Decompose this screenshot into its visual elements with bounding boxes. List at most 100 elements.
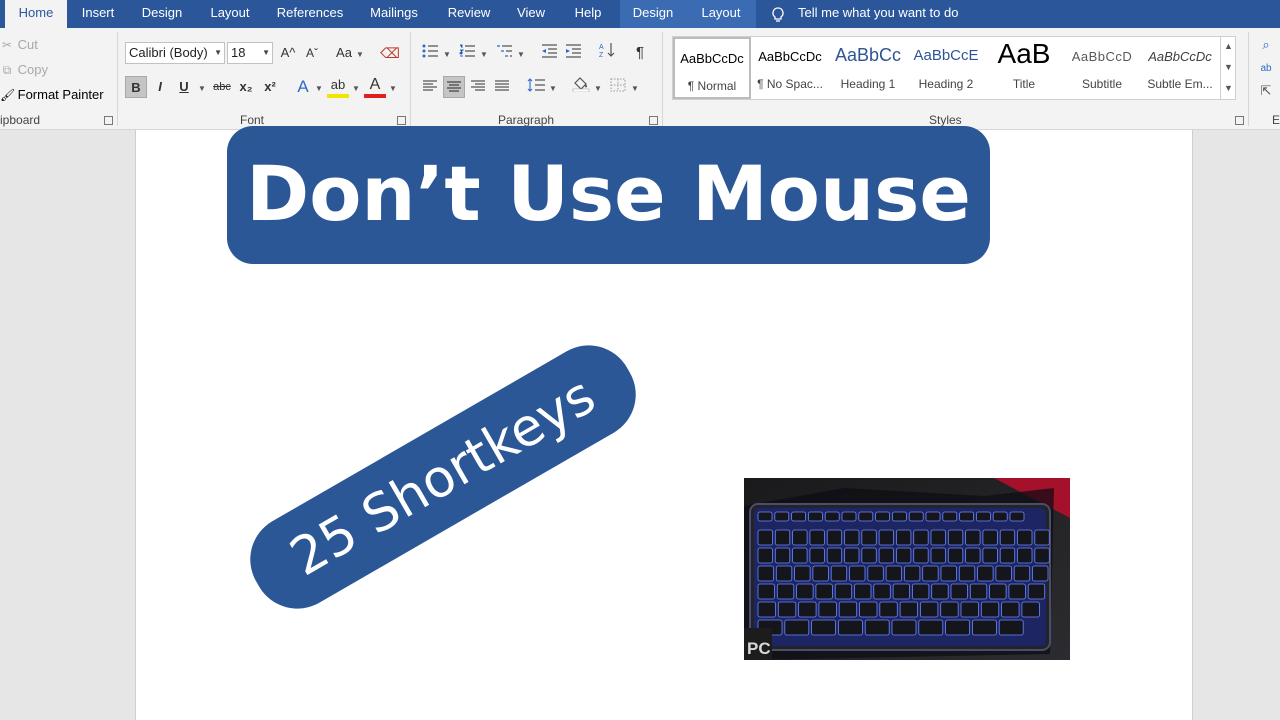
tab-table-design[interactable]: Design [620, 0, 686, 28]
group-divider [410, 32, 411, 126]
underline-button[interactable]: U [173, 76, 195, 98]
increase-indent-button[interactable] [562, 42, 584, 64]
font-size-box[interactable]: 18 ▼ [227, 42, 273, 64]
svg-text:Z: Z [599, 52, 604, 58]
numbering-button[interactable] [456, 42, 478, 64]
style-name: Subtitle [1081, 77, 1123, 91]
keyboard-key [947, 547, 964, 564]
keyboard-key [908, 511, 924, 522]
keyboard-key [958, 565, 976, 582]
tab-design[interactable]: Design [138, 0, 186, 28]
copy-label: Copy [17, 62, 48, 77]
keyboard-key [809, 547, 825, 564]
strikethrough-button[interactable]: abc [209, 76, 235, 98]
chevron-down-icon: ▼ [315, 84, 323, 93]
copy-icon: ⧉ [2, 63, 12, 77]
keyboard-key [757, 547, 773, 564]
font-launcher-icon[interactable] [397, 116, 406, 125]
line-spacing-icon [527, 78, 545, 92]
tab-mailings[interactable]: Mailings [366, 0, 422, 28]
multilevel-list-button[interactable] [493, 42, 515, 64]
keyboard-key [879, 601, 898, 618]
style-subtitle[interactable]: AaBbCcD Subtitle [1063, 37, 1141, 99]
clear-formatting-button[interactable]: ⌫ [379, 42, 401, 64]
keyboard-key [942, 511, 958, 522]
replace-icon[interactable]: ab [1256, 58, 1276, 80]
tab-insert[interactable]: Insert [76, 0, 120, 28]
keyboard-key [945, 619, 971, 636]
tell-me-search[interactable]: Tell me what you want to do [772, 0, 958, 28]
superscript-button[interactable]: x² [259, 76, 281, 98]
keyboard-key [859, 601, 878, 618]
keyboard-key [1001, 601, 1020, 618]
keyboard-key [931, 583, 949, 600]
paragraph-launcher-icon[interactable] [649, 116, 658, 125]
style-heading-1[interactable]: AaBbCc Heading 1 [829, 37, 907, 99]
shading-button[interactable] [570, 76, 592, 98]
keyboard-key [977, 565, 994, 582]
align-right-button[interactable] [467, 76, 489, 98]
change-case-button[interactable]: Aa [331, 42, 357, 64]
keyboard-key [895, 547, 912, 564]
align-center-button[interactable] [443, 76, 465, 98]
select-cursor-icon[interactable]: ⇱ [1256, 80, 1276, 102]
find-icon[interactable]: ⌕ [1256, 34, 1276, 56]
style-title[interactable]: AaB Title [985, 37, 1063, 99]
style-heading-2[interactable]: AaBbCcE Heading 2 [907, 37, 985, 99]
keyboard-key [971, 619, 997, 636]
keyboard-key [1034, 529, 1050, 546]
chevron-down-icon: ▼ [198, 84, 206, 93]
copy-button[interactable]: ⧉ Copy [0, 60, 48, 80]
chevron-down-icon: ▼ [549, 84, 557, 93]
align-left-button[interactable] [419, 76, 441, 98]
chevron-down-icon: ▼ [214, 48, 222, 57]
chevron-up-icon[interactable]: ▲ [1221, 36, 1236, 57]
keyboard-key [965, 529, 981, 546]
tab-layout[interactable]: Layout [206, 0, 254, 28]
keyboard-key [757, 565, 774, 582]
bold-button[interactable]: B [125, 76, 147, 98]
tab-home[interactable]: Home [5, 0, 67, 28]
subscript-button[interactable]: x₂ [235, 76, 257, 98]
tab-references[interactable]: References [274, 0, 346, 28]
styles-launcher-icon[interactable] [1235, 116, 1244, 125]
cut-button[interactable]: ✂ Cut [0, 35, 38, 55]
sort-button[interactable]: AZ [596, 42, 618, 64]
bullets-icon [422, 44, 438, 58]
keyboard-key [811, 619, 836, 636]
format-painter-button[interactable]: 🖌 Format Painter [0, 85, 104, 105]
keyboard-key [774, 547, 791, 564]
show-formatting-marks-button[interactable]: ¶ [629, 42, 651, 64]
tab-table-layout[interactable]: Layout [686, 0, 756, 28]
decrease-indent-button[interactable] [538, 42, 560, 64]
line-spacing-button[interactable] [525, 76, 547, 98]
italic-button[interactable]: I [149, 76, 171, 98]
highlight-color-button[interactable]: ab [327, 76, 349, 98]
text-effects-button[interactable]: A [292, 76, 314, 98]
style-subtle-emphasis[interactable]: AaBbCcDc Subtle Em... [1141, 37, 1219, 99]
tab-view[interactable]: View [513, 0, 549, 28]
font-name-box[interactable]: Calibri (Body) ▼ [125, 42, 225, 64]
justify-button[interactable] [491, 76, 513, 98]
keyboard-key [808, 511, 823, 522]
clipboard-launcher-icon[interactable] [104, 116, 113, 125]
style-no-spacing[interactable]: AaBbCcDc ¶ No Spac... [751, 37, 829, 99]
grow-font-button[interactable]: A^ [277, 42, 299, 64]
paragraph-group-label: Paragraph [498, 113, 555, 127]
more-styles-icon[interactable]: ▼ [1221, 78, 1236, 99]
style-normal[interactable]: AaBbCcDc ¶ Normal [673, 37, 751, 99]
font-color-button[interactable]: A [364, 76, 386, 98]
paint-bucket-icon [572, 77, 590, 93]
borders-button[interactable] [607, 76, 629, 98]
tab-help[interactable]: Help [570, 0, 606, 28]
keyboard-key [809, 529, 825, 546]
bullets-button[interactable] [419, 42, 441, 64]
shrink-font-button[interactable]: Aˇ [301, 42, 323, 64]
keyboard-key [873, 583, 891, 600]
keyboard-key [838, 601, 858, 618]
style-name: Heading 2 [918, 77, 974, 91]
tab-review[interactable]: Review [444, 0, 494, 28]
align-left-icon [423, 80, 437, 91]
chevron-down-icon[interactable]: ▼ [1221, 57, 1236, 78]
chevron-down-icon: ▼ [631, 84, 639, 93]
